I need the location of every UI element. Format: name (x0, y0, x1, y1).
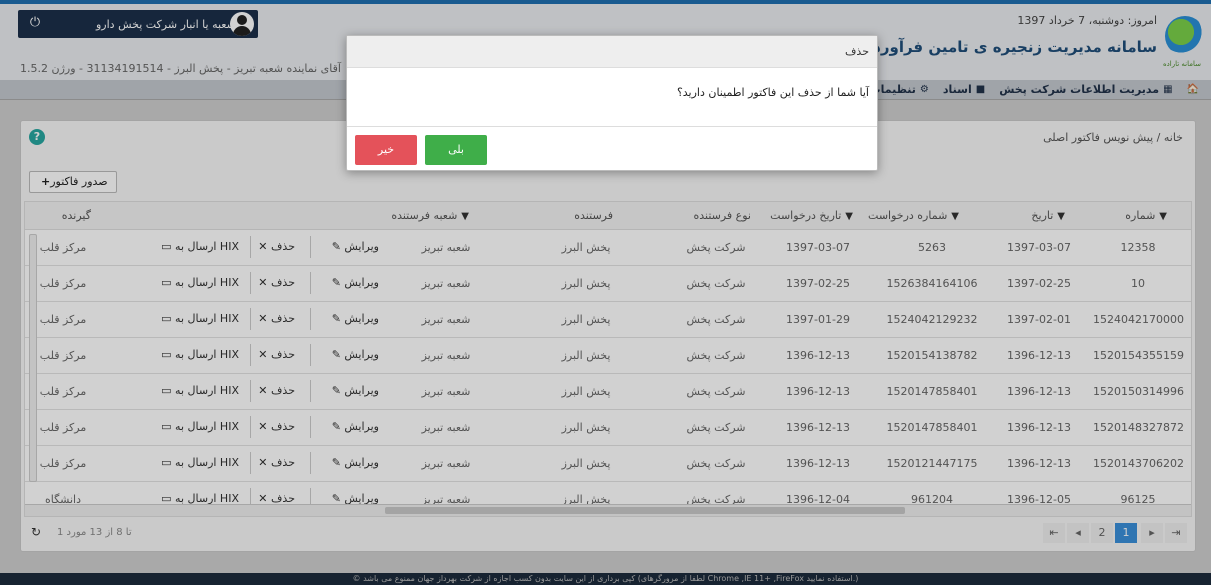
delete-confirm-dialog: حذف آیا شما از حذف این فاکتور اطمینان دا… (346, 35, 878, 171)
no-button[interactable]: خیر (355, 135, 417, 165)
dialog-message: آیا شما از حذف این فاکتور اطمینان دارید؟ (676, 86, 869, 99)
dialog-title: حذف (845, 45, 869, 58)
dialog-divider (347, 126, 877, 127)
yes-button[interactable]: بلی (425, 135, 487, 165)
dialog-header: حذف (347, 36, 877, 68)
